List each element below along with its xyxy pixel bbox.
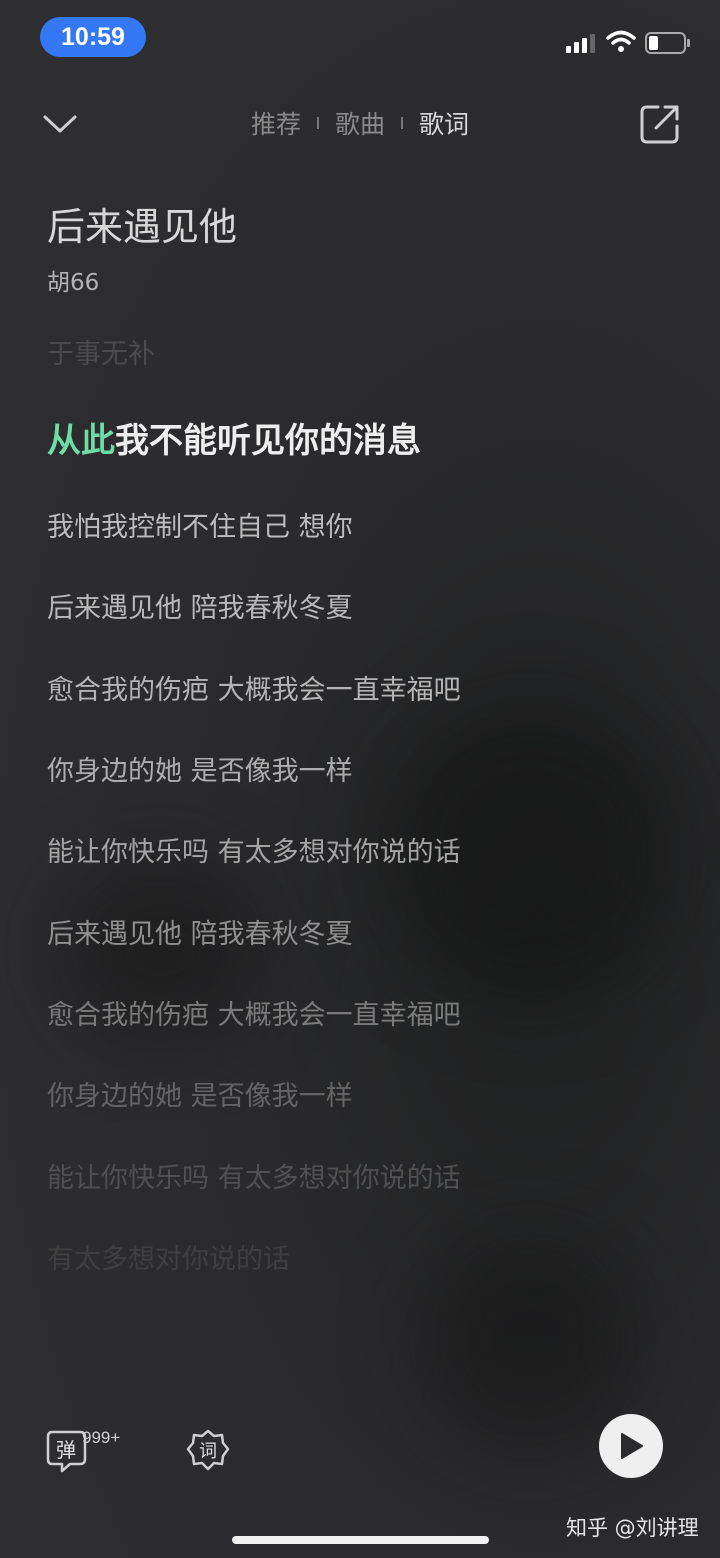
lyric-sung-part: 从此 <box>47 421 115 461</box>
status-time: 10:59 <box>40 17 146 57</box>
signal-icon <box>566 34 595 53</box>
lyric-mode-icon: 词 <box>186 1429 230 1471</box>
chevron-down-icon[interactable] <box>40 104 80 144</box>
tab-lyrics[interactable]: 歌词 <box>403 105 485 141</box>
watermark: 知乎 @刘讲理 <box>566 1516 699 1540</box>
lyrics-screen: 10:59 推荐 歌曲 歌词 后来遇见他 胡66 于事无补 从此我不能听见你的消… <box>0 0 720 1558</box>
danmaku-count-badge: 999+ <box>82 1428 121 1447</box>
home-indicator[interactable] <box>232 1536 489 1544</box>
lyric-line: 后来遇见他 陪我春秋冬夏 <box>47 593 353 624</box>
lyric-line-current: 从此我不能听见你的消息 <box>47 413 421 462</box>
battery-icon <box>645 32 690 54</box>
tab-bar: 推荐 歌曲 歌词 <box>0 90 720 156</box>
share-icon[interactable] <box>638 102 682 146</box>
tab-song[interactable]: 歌曲 <box>319 105 401 141</box>
artist-name[interactable]: 胡66 <box>47 263 99 297</box>
wifi-icon <box>606 30 636 52</box>
tab-recommend[interactable]: 推荐 <box>235 105 317 141</box>
background-blur <box>420 1230 640 1450</box>
lyric-line: 愈合我的伤疤 大概我会一直幸福吧 <box>47 1000 461 1031</box>
lyric-line: 能让你快乐吗 有太多想对你说的话 <box>47 1163 461 1194</box>
lyric-unsung-part: 我不能听见你的消息 <box>115 421 421 461</box>
lyric-line: 有太多想对你说的话 <box>47 1244 290 1275</box>
lyric-line-previous: 于事无补 <box>47 339 155 370</box>
nav-bar: 推荐 歌曲 歌词 <box>0 90 720 160</box>
lyric-line: 愈合我的伤疤 大概我会一直幸福吧 <box>47 675 461 706</box>
play-icon <box>621 1433 643 1459</box>
lyric-mode-button[interactable]: 词 <box>185 1428 231 1474</box>
lyric-mode-label: 词 <box>199 1441 217 1462</box>
lyric-line: 后来遇见他 陪我春秋冬夏 <box>47 919 353 950</box>
lyric-line: 能让你快乐吗 有太多想对你说的话 <box>47 837 461 868</box>
status-bar: 10:59 <box>0 0 720 76</box>
lyric-line: 你身边的她 是否像我一样 <box>47 756 353 787</box>
lyric-line: 我怕我控制不住自己 想你 <box>47 512 353 543</box>
play-button[interactable] <box>599 1414 663 1478</box>
lyric-line: 你身边的她 是否像我一样 <box>47 1081 353 1112</box>
song-title: 后来遇见他 <box>47 205 238 249</box>
danmaku-label: 弹 <box>56 1438 76 1462</box>
